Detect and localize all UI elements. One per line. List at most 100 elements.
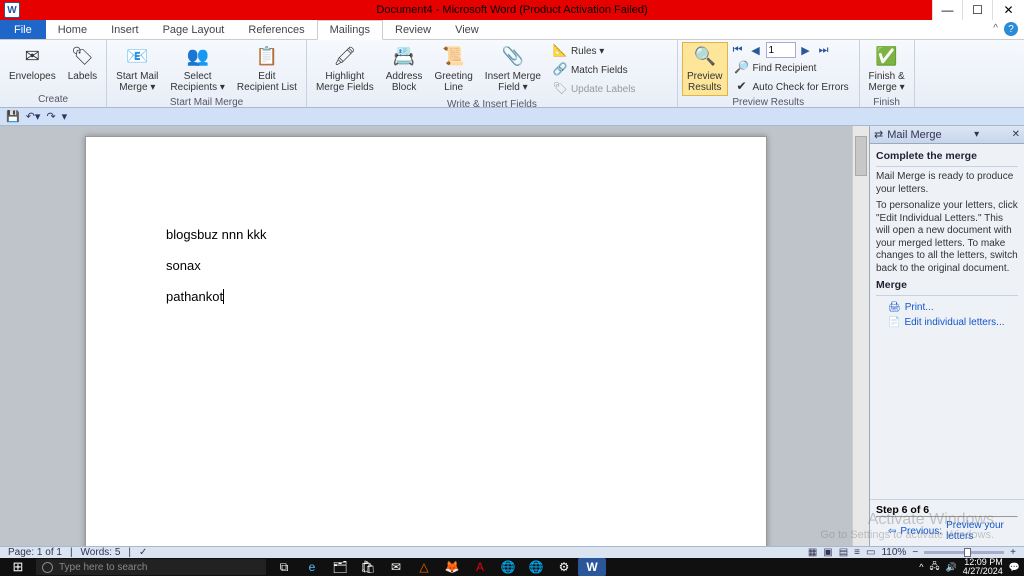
pane-switch-icon[interactable]: ⇄ — [874, 128, 883, 141]
address-block-button[interactable]: 📇Address Block — [381, 42, 428, 96]
help-icon[interactable]: ? — [1004, 22, 1018, 36]
envelopes-button[interactable]: ✉Envelopes — [4, 42, 61, 85]
match-fields-button[interactable]: 🔗Match Fields — [548, 61, 673, 79]
word-icon: W — [4, 2, 20, 18]
store-icon[interactable]: 🛍 — [354, 558, 382, 576]
mail-icon[interactable]: ✉ — [382, 558, 410, 576]
find-recipient-button[interactable]: 🔎Find Recipient — [730, 59, 855, 77]
chrome-icon-2[interactable]: 🌐 — [522, 558, 550, 576]
first-record-button[interactable]: ⏮ — [730, 42, 746, 58]
view-web-layout-button[interactable]: ▤ — [839, 547, 848, 558]
task-view-button[interactable]: ⧉ — [270, 558, 298, 576]
tab-home[interactable]: Home — [46, 20, 99, 39]
word-count[interactable]: Words: 5 — [81, 547, 121, 558]
greeting-icon: 📜 — [442, 45, 466, 69]
print-link[interactable]: 🖨Print... — [876, 300, 1018, 315]
explorer-icon[interactable]: 🗂 — [326, 558, 354, 576]
pane-dropdown-icon[interactable]: ▾ — [974, 129, 979, 140]
ribbon-collapse-icon[interactable]: ^ — [993, 23, 998, 34]
start-mail-merge-button[interactable]: 📧Start Mail Merge ▾ — [111, 42, 163, 96]
scrollbar-thumb[interactable] — [855, 136, 867, 176]
auto-check-errors-button[interactable]: ✔Auto Check for Errors — [730, 78, 855, 96]
page-indicator[interactable]: Page: 1 of 1 — [8, 547, 62, 558]
doc-line[interactable]: blogsbuz nnn kkk — [166, 227, 686, 244]
acrobat-icon[interactable]: A — [466, 558, 494, 576]
zoom-slider[interactable] — [924, 551, 1004, 554]
record-nav: ⏮ ◀ ▶ ⏭ — [730, 42, 855, 58]
firefox-icon[interactable]: 🦊 — [438, 558, 466, 576]
taskbar-search[interactable]: Type here to search — [36, 559, 266, 575]
pane-body: Complete the merge Mail Merge is ready t… — [870, 144, 1024, 499]
document-area[interactable]: blogsbuz nnn kkk sonax pathankot — [0, 126, 852, 546]
view-draft-button[interactable]: ▭ — [866, 547, 875, 558]
start-button[interactable]: ⊞ — [0, 559, 36, 575]
highlight-merge-fields-button[interactable]: 🖍Highlight Merge Fields — [311, 42, 379, 96]
doc-line[interactable]: sonax — [166, 258, 686, 275]
group-write-insert: 🖍Highlight Merge Fields 📇Address Block 📜… — [307, 40, 678, 107]
mail-merge-pane: ⇄ Mail Merge ▾ ✕ Complete the merge Mail… — [869, 126, 1024, 546]
qat-customize-button[interactable]: ▾ — [62, 110, 68, 123]
zoom-out-button[interactable]: − — [912, 547, 918, 558]
recipients-icon: 👥 — [186, 45, 210, 69]
vertical-scrollbar[interactable] — [852, 126, 869, 546]
edit-recipient-list-button[interactable]: 📋Edit Recipient List — [232, 42, 302, 96]
tab-insert[interactable]: Insert — [99, 20, 151, 39]
preview-results-button[interactable]: 🔍Preview Results — [682, 42, 728, 96]
ribbon: ✉Envelopes 🏷Labels Create 📧Start Mail Me… — [0, 40, 1024, 108]
update-labels-button[interactable]: 🏷Update Labels — [548, 80, 673, 98]
redo-button[interactable]: ↷ — [46, 110, 55, 123]
page[interactable]: blogsbuz nnn kkk sonax pathankot — [85, 136, 767, 546]
labels-button[interactable]: 🏷Labels — [63, 42, 102, 85]
finish-merge-button[interactable]: ✅Finish & Merge ▾ — [864, 42, 910, 96]
windows-taskbar: ⊞ Type here to search ⧉ e 🗂 🛍 ✉ △ 🦊 A 🌐 … — [0, 558, 1024, 576]
cortana-icon — [42, 562, 53, 573]
volume-icon[interactable]: 🔊 — [946, 562, 957, 573]
save-button[interactable]: 💾 — [6, 110, 20, 123]
undo-button[interactable]: ↶▾ — [26, 110, 41, 123]
zoom-in-button[interactable]: + — [1010, 547, 1016, 558]
last-record-button[interactable]: ⏭ — [816, 42, 832, 58]
select-recipients-button[interactable]: 👥Select Recipients ▾ — [165, 42, 230, 96]
rules-button[interactable]: 📐Rules ▾ — [548, 42, 673, 60]
tab-view[interactable]: View — [443, 20, 491, 39]
pane-footer: Step 6 of 6 ⇦Previous: Preview your lett… — [870, 499, 1024, 546]
notifications-icon[interactable]: 💬 — [1009, 562, 1020, 573]
view-outline-button[interactable]: ≡ — [854, 547, 860, 558]
preview-icon: 🔍 — [693, 45, 717, 69]
page-content[interactable]: blogsbuz nnn kkk sonax pathankot — [86, 137, 766, 410]
tab-references[interactable]: References — [236, 20, 316, 39]
edge-icon[interactable]: e — [298, 558, 326, 576]
minimize-button[interactable]: — — [932, 0, 962, 20]
view-full-screen-button[interactable]: ▣ — [823, 547, 832, 558]
settings-icon[interactable]: ⚙ — [550, 558, 578, 576]
word-taskbar-icon[interactable]: W — [578, 558, 606, 576]
tab-page-layout[interactable]: Page Layout — [151, 20, 237, 39]
record-number-input[interactable] — [766, 42, 796, 58]
clock[interactable]: 12:09 PM4/27/2024 — [963, 558, 1003, 576]
status-bar: Page: 1 of 1 | Words: 5 | ✓ ▦ ▣ ▤ ≡ ▭ 11… — [0, 546, 1024, 558]
proofing-icon[interactable]: ✓ — [139, 547, 147, 558]
vlc-icon[interactable]: △ — [410, 558, 438, 576]
zoom-level[interactable]: 110% — [881, 547, 906, 558]
pane-close-button[interactable]: ✕ — [1012, 129, 1020, 140]
close-button[interactable]: ✕ — [992, 0, 1024, 20]
doc-icon: 📄 — [888, 317, 900, 328]
edit-individual-letters-link[interactable]: 📄Edit individual letters... — [876, 315, 1018, 330]
previous-step-link[interactable]: ⇦Previous: Preview your letters — [876, 518, 1018, 542]
tab-file[interactable]: File — [0, 20, 46, 39]
prev-icon: ⇦ — [888, 526, 896, 537]
finish-icon: ✅ — [875, 45, 899, 69]
tray-chevron-icon[interactable]: ^ — [919, 562, 923, 572]
greeting-line-button[interactable]: 📜Greeting Line — [429, 42, 477, 96]
maximize-button[interactable]: ☐ — [962, 0, 992, 20]
chrome-icon[interactable]: 🌐 — [494, 558, 522, 576]
view-print-layout-button[interactable]: ▦ — [808, 547, 817, 558]
network-icon[interactable]: 🖧 — [929, 559, 939, 575]
prev-record-button[interactable]: ◀ — [748, 42, 764, 58]
doc-line[interactable]: pathankot — [166, 289, 686, 306]
zoom-thumb[interactable] — [964, 548, 971, 557]
next-record-button[interactable]: ▶ — [798, 42, 814, 58]
tab-mailings[interactable]: Mailings — [317, 20, 383, 40]
tab-review[interactable]: Review — [383, 20, 443, 39]
insert-merge-field-button[interactable]: 📎Insert Merge Field ▾ — [480, 42, 546, 96]
